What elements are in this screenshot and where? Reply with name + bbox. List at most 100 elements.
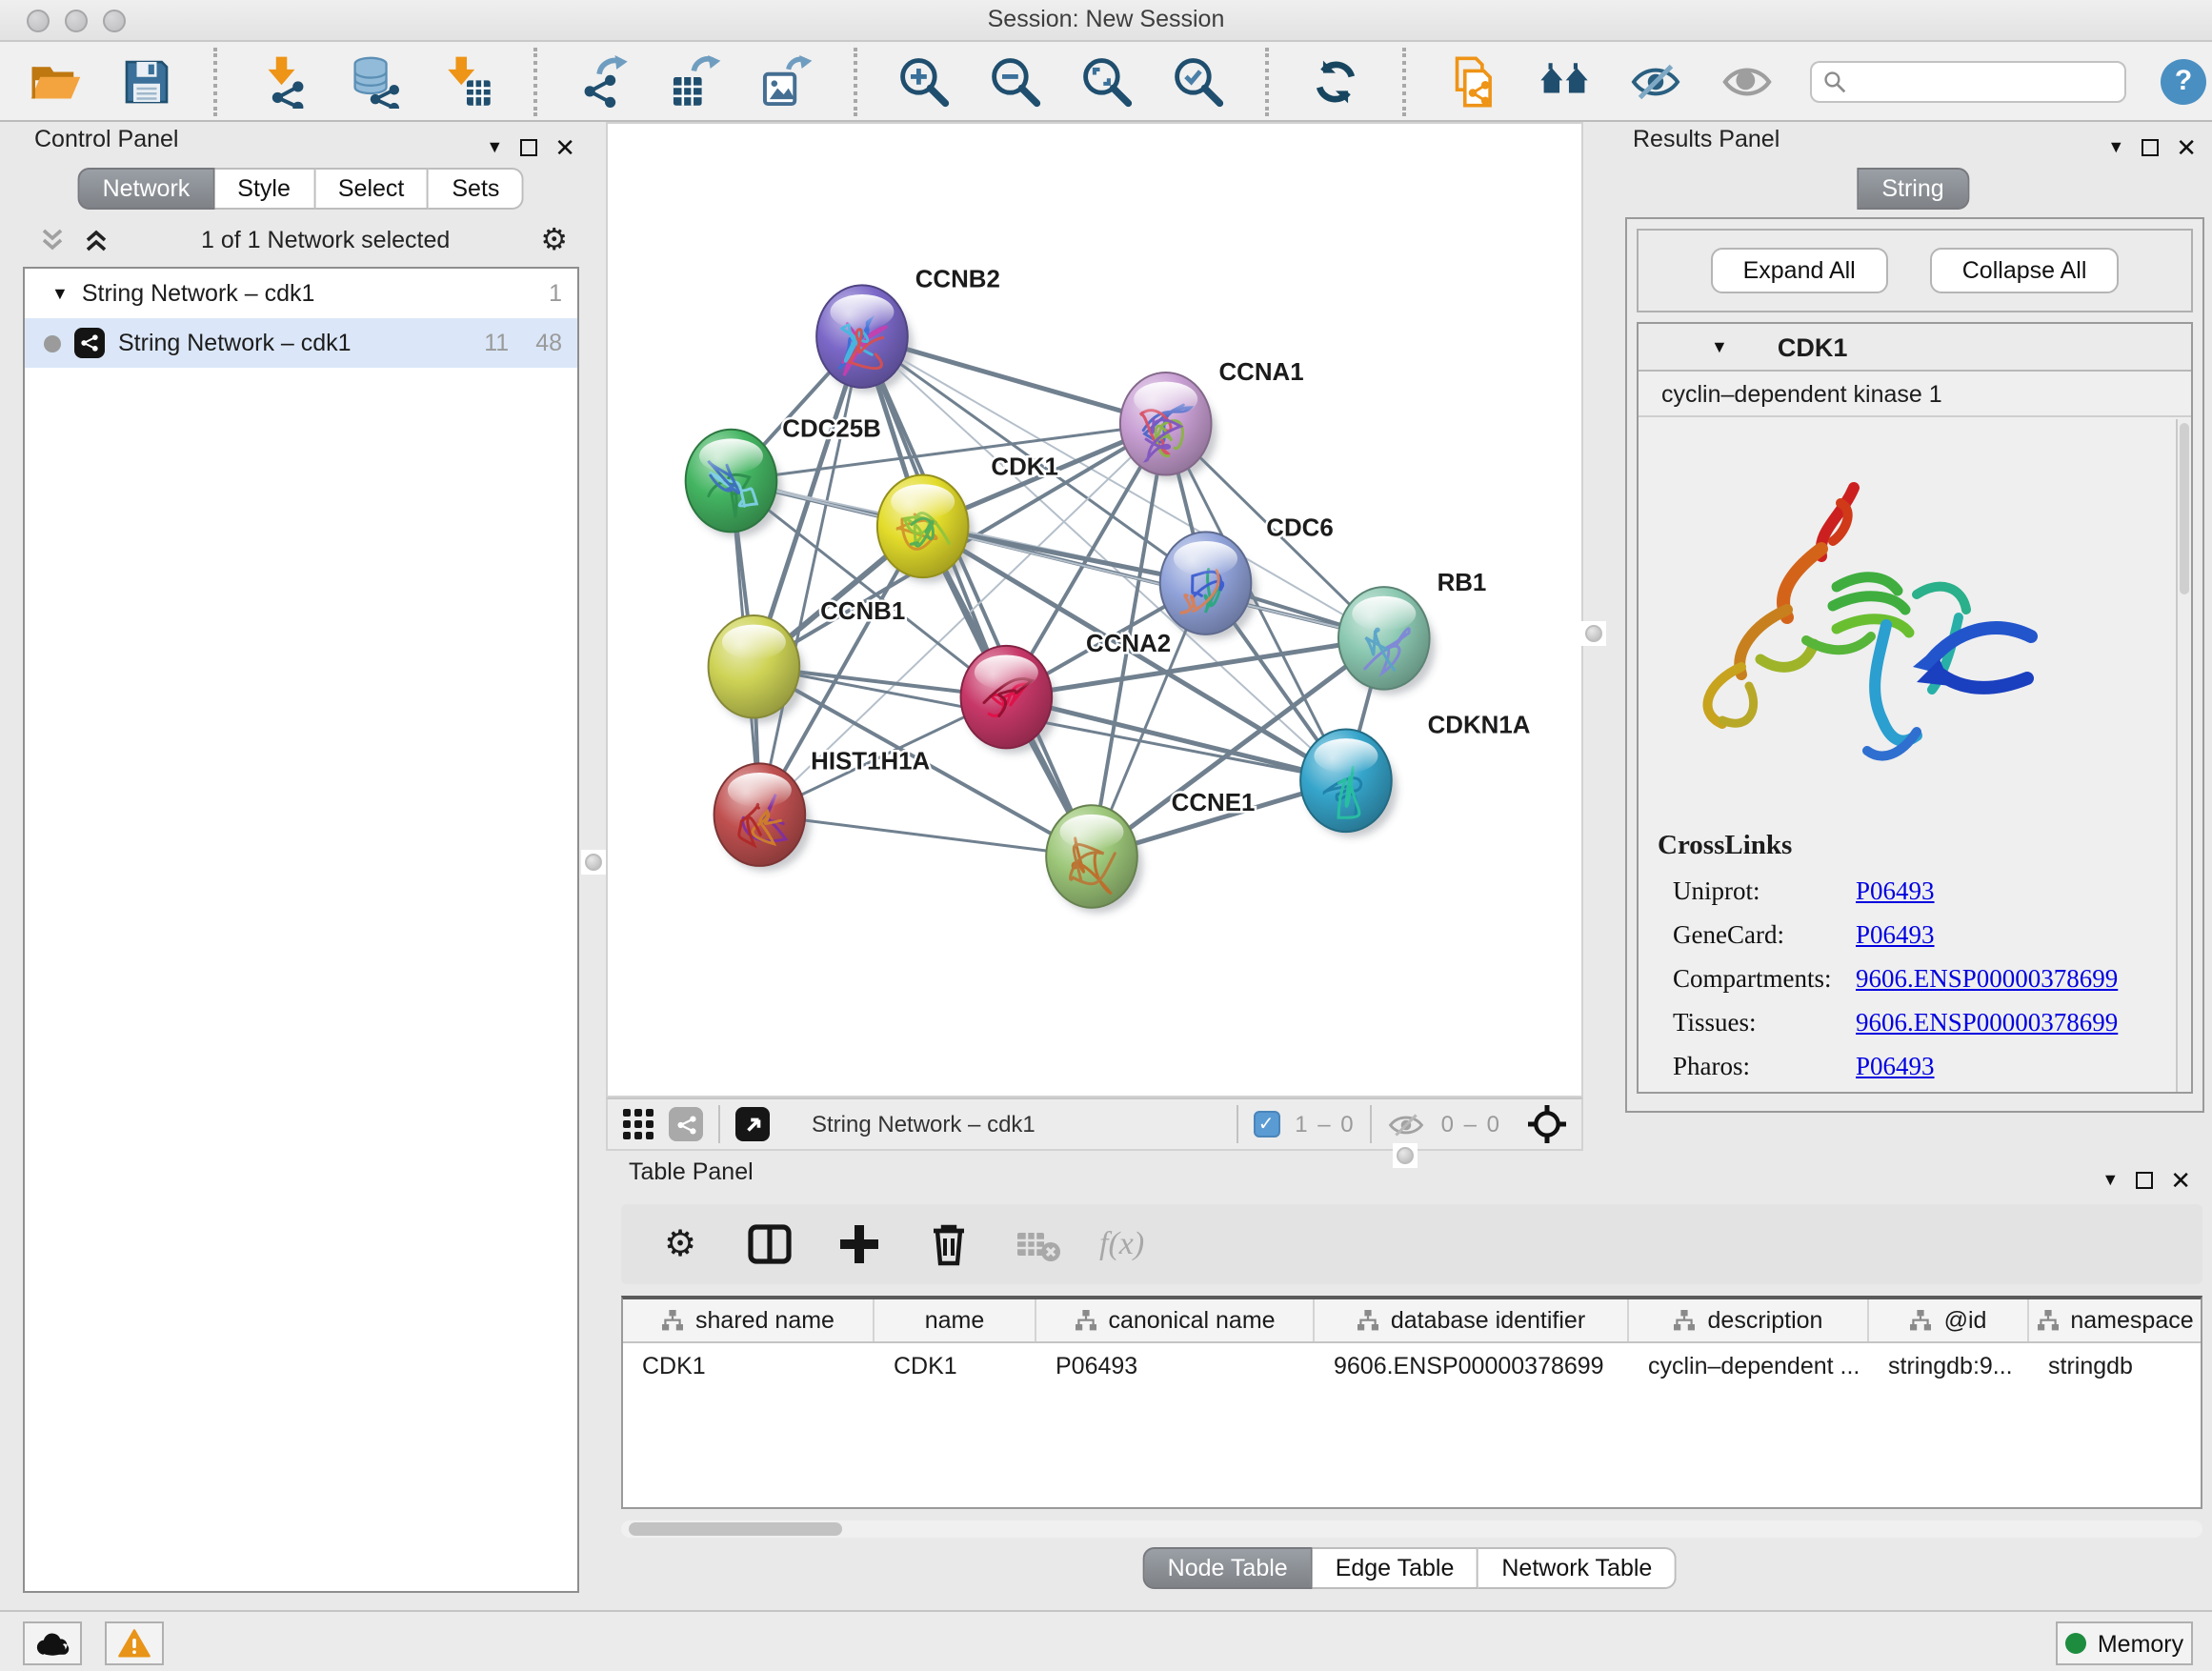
refresh-icon[interactable] [1307,52,1364,110]
import-network-database-icon[interactable] [347,52,404,110]
help-icon[interactable]: ? [2161,58,2206,104]
hide-selected-icon[interactable] [1627,52,1684,110]
import-table-icon[interactable] [438,52,495,110]
network-edge-CCNB2-CCNA1[interactable] [862,336,1166,424]
open-session-icon[interactable] [27,52,84,110]
pan-crosshair-icon[interactable] [1528,1105,1566,1143]
selected-checkbox-icon[interactable]: ✓ [1253,1111,1279,1137]
table-cell: P06493 [1036,1343,1315,1387]
expand-all-icon[interactable] [82,227,111,253]
crosslink-link[interactable]: 9606.ENSP00000378699 [1856,1008,2118,1038]
panel-float-icon[interactable] [2136,1171,2153,1188]
network-share-icon[interactable] [669,1107,703,1141]
tab-string[interactable]: String [1857,168,1968,210]
export-table-icon[interactable] [667,52,724,110]
search-input[interactable] [1810,60,2126,102]
left-splitter-handle[interactable] [581,850,606,875]
node-label-CCNB2: CCNB2 [915,266,1000,292]
export-image-icon[interactable] [758,52,815,110]
network-collection-row[interactable]: ▼ String Network – cdk1 1 [25,269,577,318]
tab-network-table[interactable]: Network Table [1478,1547,1677,1589]
network-edge-CCNB2-HIST1H1A[interactable] [759,336,862,815]
column-header-description[interactable]: description [1629,1299,1869,1341]
grid-view-icon[interactable] [623,1109,654,1139]
column-header--id[interactable]: @id [1869,1299,2029,1341]
results-scrollbar[interactable] [2176,419,2191,1092]
crosslink-link[interactable]: 9606.ENSP00000378699 [1856,964,2118,995]
first-neighbors-icon[interactable] [1536,52,1593,110]
crosslink-label: Tissues: [1658,1008,1856,1038]
crosslink-label: Compartments: [1658,964,1856,995]
table-cell: 9606.ENSP00000378699 [1315,1343,1629,1387]
tab-network[interactable]: Network [78,168,215,210]
panel-close-icon[interactable]: ✕ [2176,138,2197,155]
tab-node-table[interactable]: Node Table [1143,1547,1313,1589]
panel-menu-icon[interactable]: ▼ [2107,137,2124,156]
panel-float-icon[interactable] [2142,138,2159,155]
network-node-RB1[interactable] [1338,587,1430,690]
import-network-file-icon[interactable] [255,52,312,110]
column-header-namespace[interactable]: namespace [2029,1299,2201,1341]
column-header-canonical-name[interactable]: canonical name [1036,1299,1315,1341]
column-header-name[interactable]: name [875,1299,1036,1341]
right-splitter-handle[interactable] [1581,621,1606,646]
tab-style[interactable]: Style [214,168,315,210]
panel-close-icon[interactable]: ✕ [554,138,575,155]
zoom-fit-icon[interactable] [1078,52,1136,110]
network-node-CCNE1[interactable] [1046,805,1137,908]
network-node-CCNB2[interactable] [816,285,908,388]
results-panel: Results Panel ▼ ✕ String Expand All Coll… [1621,126,2204,1117]
network-node-CDC25B[interactable] [686,430,777,533]
network-node-CDK1[interactable] [877,475,969,578]
network-node-HIST1H1A[interactable] [714,763,806,866]
panel-float-icon[interactable] [520,138,537,155]
gear-icon[interactable]: ⚙ [540,221,568,259]
crosslink-link[interactable]: P06493 [1856,1052,1935,1082]
add-column-icon[interactable] [831,1216,888,1273]
table-row[interactable]: CDK1CDK1P064939606.ENSP00000378699cyclin… [623,1343,2201,1387]
warning-button[interactable] [105,1621,164,1665]
network-graph[interactable]: CCNB2CCNA1CDC25BCDK1CDC6RB1CCNB1CCNA2CDK… [608,124,1581,1096]
birds-eye-view-icon[interactable] [735,1107,770,1141]
zoom-in-icon[interactable] [895,52,953,110]
crosslink-link[interactable]: P06493 [1856,920,1935,951]
crosslink-row: Compartments:9606.ENSP00000378699 [1658,964,2191,995]
cloud-button[interactable] [23,1621,82,1665]
network-node-CCNA1[interactable] [1120,372,1212,475]
zoom-selected-icon[interactable] [1170,52,1227,110]
table-horizontal-scrollbar[interactable] [621,1520,2202,1538]
column-header-shared-name[interactable]: shared name [623,1299,875,1341]
collapse-all-button[interactable]: Collapse All [1930,248,2120,293]
table-settings-gear-icon[interactable]: ⚙ [652,1216,709,1273]
tab-edge-table[interactable]: Edge Table [1313,1547,1479,1589]
save-session-icon[interactable] [118,52,175,110]
clone-network-icon[interactable] [1444,52,1501,110]
column-namespace-icon [661,1309,684,1332]
network-node-CDKN1A[interactable] [1300,730,1392,833]
tab-sets[interactable]: Sets [429,168,524,210]
export-network-icon[interactable] [575,52,633,110]
panel-menu-icon[interactable]: ▼ [486,137,503,156]
column-header-database-identifier[interactable]: database identifier [1315,1299,1629,1341]
current-network-dot [44,334,61,352]
collection-expander-icon[interactable]: ▼ [51,284,69,303]
memory-button[interactable]: Memory [2056,1621,2193,1665]
show-columns-icon[interactable] [741,1216,798,1273]
panel-menu-icon[interactable]: ▼ [2101,1170,2119,1189]
gene-entry-header[interactable]: ▼ CDK1 [1639,324,2191,372]
network-canvas[interactable]: CCNB2CCNA1CDC25BCDK1CDC6RB1CCNB1CCNA2CDK… [606,122,1583,1097]
delete-column-icon[interactable] [920,1216,977,1273]
crosslink-link[interactable]: P06493 [1856,876,1935,907]
collapse-all-icon[interactable] [38,227,67,253]
network-row[interactable]: String Network – cdk1 11 48 [25,318,577,368]
zoom-out-icon[interactable] [987,52,1044,110]
network-edge-CCNB2-CCNE1[interactable] [862,336,1092,856]
network-node-CCNA2[interactable] [961,646,1053,749]
network-node-CDC6[interactable] [1160,532,1252,634]
panel-close-icon[interactable]: ✕ [2170,1171,2191,1188]
entry-expander-icon[interactable]: ▼ [1711,337,1728,356]
expand-all-button[interactable]: Expand All [1711,248,1888,293]
tab-select[interactable]: Select [315,168,430,210]
table-toolbar: ⚙ f(x) [621,1204,2202,1284]
network-node-CCNB1[interactable] [709,615,800,718]
